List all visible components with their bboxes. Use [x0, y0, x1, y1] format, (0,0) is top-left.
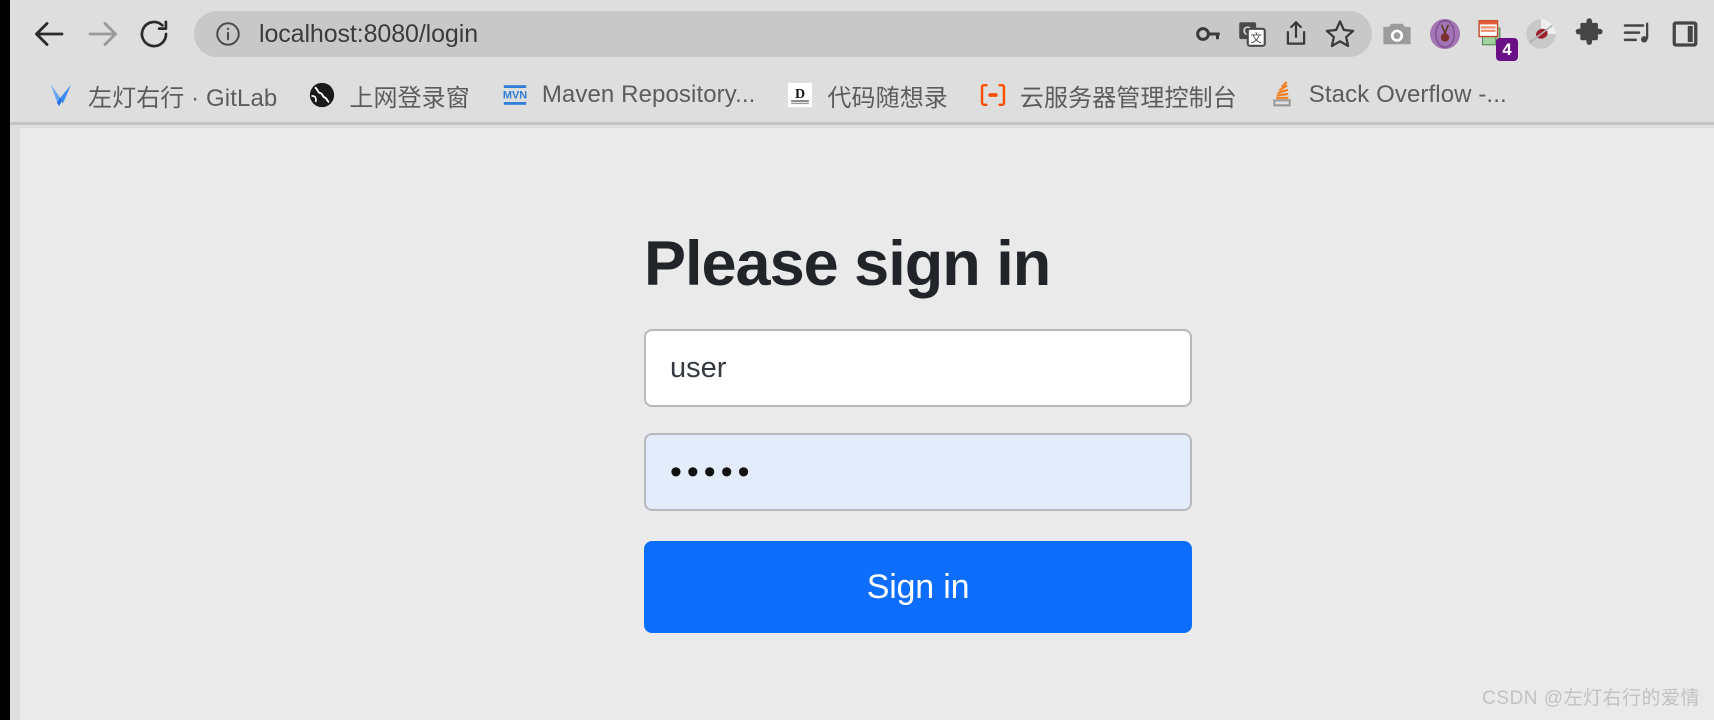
cloud-console-icon [978, 80, 1008, 110]
url-text: localhost:8080/login [259, 19, 478, 48]
address-bar[interactable]: localhost:8080/login G 文 [194, 11, 1372, 57]
mouse-recorder-extension-icon[interactable] [1518, 11, 1564, 57]
side-panel-icon[interactable] [1662, 11, 1708, 57]
reload-icon [137, 17, 171, 51]
toolbar-extensions: 4 [1372, 11, 1708, 61]
translate-icon[interactable]: G 文 [1230, 12, 1274, 56]
password-key-icon[interactable] [1186, 12, 1230, 56]
forward-arrow-icon [84, 16, 120, 52]
forward-button[interactable] [76, 8, 128, 60]
bookmark-stack-overflow[interactable]: Stack Overflow -... [1259, 75, 1515, 115]
bookmark-label: Maven Repository... [541, 81, 756, 108]
password-input[interactable]: ••••• [644, 433, 1192, 512]
bookmark-label: Stack Overflow -... [1308, 81, 1507, 108]
browser-toolbar: localhost:8080/login G 文 [10, 0, 1714, 68]
bookmark-label: 上网登录窗 [349, 84, 470, 112]
browser-chrome: localhost:8080/login G 文 [10, 0, 1714, 720]
back-button[interactable] [24, 8, 76, 60]
globe-icon [307, 80, 337, 110]
back-arrow-icon [32, 16, 68, 52]
bookmark-star-icon[interactable] [1318, 12, 1362, 56]
svg-text:文: 文 [1251, 31, 1262, 45]
page-title: Please sign in [644, 229, 1051, 299]
bookmark-label: 代码随想录 [827, 84, 948, 112]
csdn-watermark: CSDN @左灯右行的爱情 [1482, 688, 1700, 709]
bookmark-label: 左灯右行 · GitLab [88, 84, 278, 112]
login-form: Please sign in user ••••• Sign in [644, 229, 1192, 634]
bookmark-daima-suixianglu[interactable]: D 代码随想录 [777, 75, 956, 115]
bookmark-gitlab[interactable]: 左灯右行 · GitLab [38, 75, 285, 115]
bookmark-label: 云服务器管理控制台 [1019, 84, 1237, 112]
maven-icon: MVN [500, 80, 530, 110]
screenshot-camera-icon[interactable] [1374, 11, 1420, 57]
signin-button[interactable]: Sign in [644, 541, 1192, 634]
browser-window: localhost:8080/login G 文 [0, 0, 1714, 720]
reload-button[interactable] [128, 8, 180, 60]
svg-text:D: D [795, 87, 805, 102]
gitlab-y-icon [46, 80, 76, 110]
bookmarks-bar: 左灯右行 · GitLab 上网登录窗 MVN Maven Repository… [10, 68, 1714, 125]
avatar-extension-icon[interactable] [1422, 11, 1468, 57]
daima-d-icon: D [785, 80, 815, 110]
bookmark-wangluo-login[interactable]: 上网登录窗 [299, 75, 478, 115]
stackoverflow-icon [1267, 80, 1297, 110]
puzzle-extensions-icon[interactable] [1566, 11, 1612, 57]
media-controls-icon[interactable] [1614, 11, 1660, 57]
svg-text:MVN: MVN [503, 90, 527, 102]
bookmark-cloud-console[interactable]: 云服务器管理控制台 [970, 75, 1245, 115]
username-input[interactable]: user [644, 329, 1192, 408]
window-manager-extension-icon[interactable]: 4 [1470, 11, 1518, 61]
info-circle-icon[interactable] [214, 20, 242, 48]
share-icon[interactable] [1274, 12, 1318, 56]
bookmark-maven-repository[interactable]: MVN Maven Repository... [492, 75, 764, 115]
extension-badge-count: 4 [1496, 38, 1518, 61]
page-viewport: Please sign in user ••••• Sign in CSDN @… [20, 128, 1714, 720]
